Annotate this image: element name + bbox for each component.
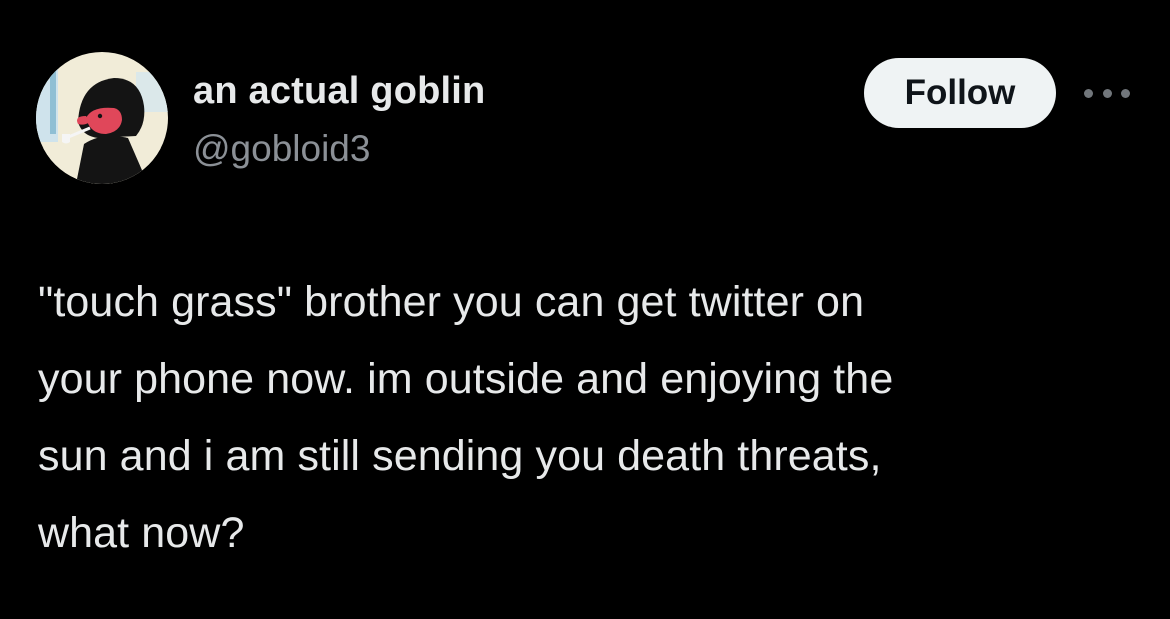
- more-horizontal-icon[interactable]: [1084, 86, 1130, 100]
- user-handle[interactable]: @gobloid3: [193, 128, 370, 170]
- goblin-avatar-illustration: [36, 52, 168, 184]
- tweet-text-line: your phone now. im outside and enjoying …: [38, 355, 894, 403]
- tweet-text-line: "touch grass" brother you can get twitte…: [38, 278, 865, 326]
- tweet-body: "touch grass" brother you can get twitte…: [38, 264, 1148, 572]
- tweet-text-line: sun and i am still sending you death thr…: [38, 432, 882, 480]
- avatar[interactable]: [36, 52, 168, 184]
- dot: [1084, 88, 1093, 98]
- follow-button[interactable]: Follow: [864, 58, 1056, 128]
- tweet-text-line: what now?: [38, 509, 245, 557]
- tweet-card: an actual goblin @gobloid3 Follow "touch…: [0, 0, 1170, 619]
- user-display-name[interactable]: an actual goblin: [193, 70, 485, 113]
- dot: [1121, 88, 1130, 98]
- dot: [1102, 88, 1112, 98]
